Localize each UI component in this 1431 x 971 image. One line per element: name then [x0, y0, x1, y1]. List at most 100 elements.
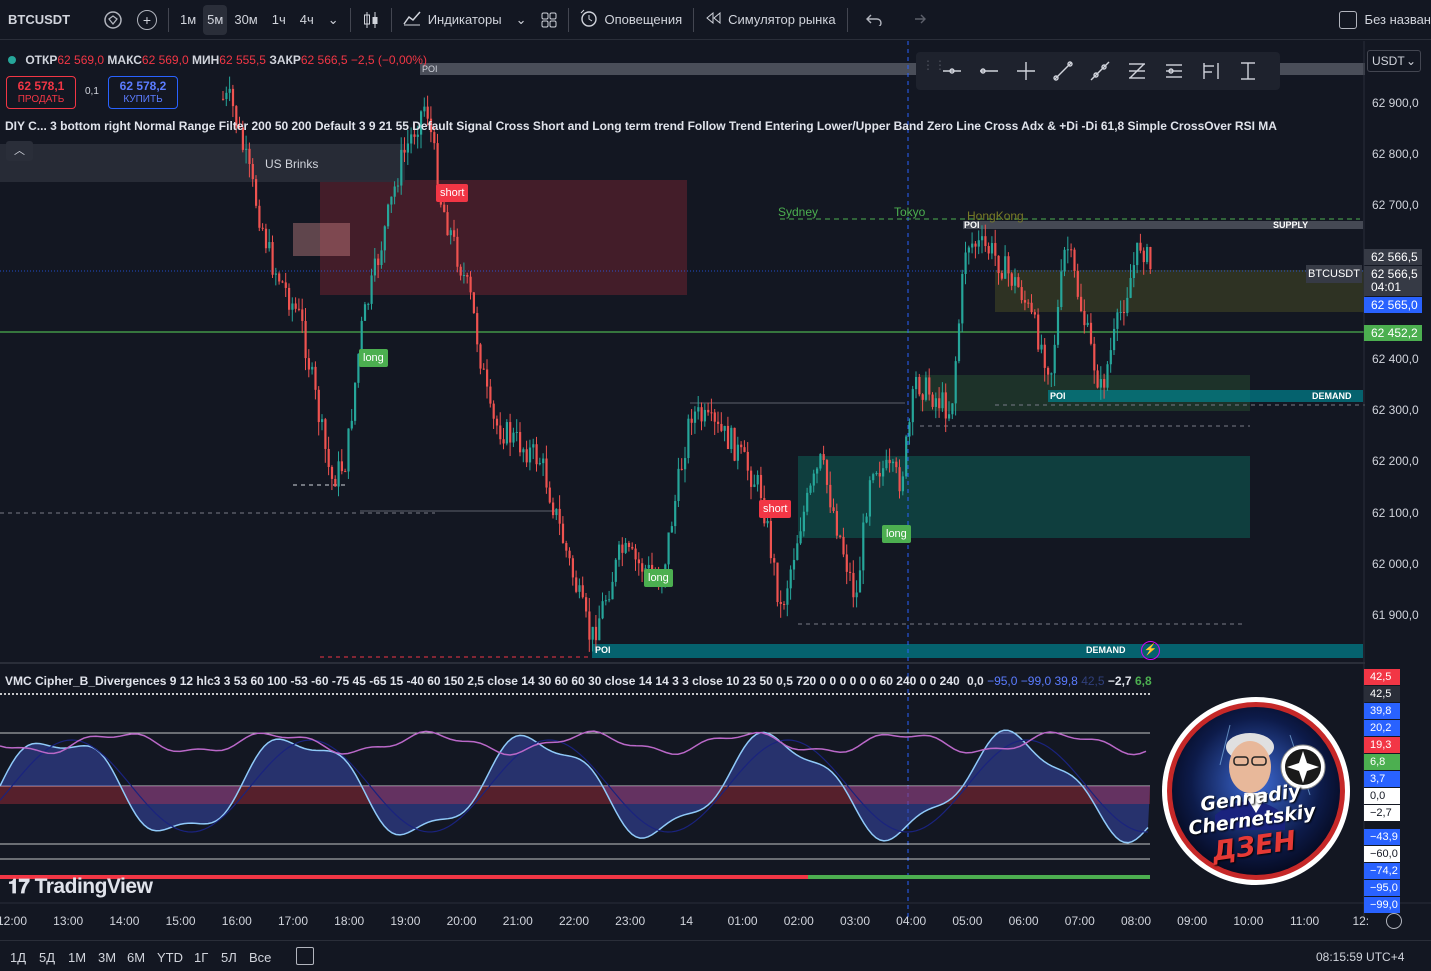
timeframe-1m[interactable]: 1м [173, 0, 203, 40]
candle-body [990, 243, 994, 254]
timeframe-1h[interactable]: 1ч [265, 0, 293, 40]
goto-date-calendar-icon[interactable] [296, 947, 314, 965]
range-button[interactable]: 3М [98, 950, 116, 965]
timeframe-5m[interactable]: 5м [203, 4, 228, 35]
divider [168, 7, 169, 32]
undo-icon[interactable] [852, 0, 896, 40]
green-line-price-tag: 62 452,2 [1364, 325, 1422, 341]
price-tick: 62 900,0 [1372, 96, 1419, 110]
high-value: 62 569,0 [141, 53, 189, 67]
candle-body [938, 398, 941, 409]
candle-body [743, 447, 746, 452]
symbol-settings-icon[interactable] [96, 0, 130, 40]
currency-select[interactable]: USDT ⌄ [1367, 50, 1421, 72]
sell-button[interactable]: 62 578,1 ПРОДАТЬ [6, 76, 76, 109]
candle-body [370, 275, 373, 304]
candle-body [905, 436, 908, 477]
range-button[interactable]: 5Л [221, 950, 237, 965]
range-button[interactable]: 1Д [10, 950, 26, 965]
time-tick: 05:00 [952, 914, 983, 928]
candle-body [1106, 364, 1109, 388]
indicator-legend[interactable]: DIY C... 3 bottom right Normal Range Fil… [5, 119, 1277, 133]
candle-body [591, 626, 594, 640]
timeframe-4h[interactable]: 4ч [293, 0, 321, 40]
candle-body [509, 422, 512, 443]
timeframe-dropdown-chevron-down-icon[interactable]: ⌄ [321, 0, 346, 40]
candle-body [1129, 278, 1132, 298]
candle-body [453, 230, 456, 237]
indicators-dropdown-chevron-down-icon[interactable]: ⌄ [509, 0, 534, 40]
time-tick: 20:00 [446, 914, 477, 928]
timeframe-30m[interactable]: 30м [227, 0, 264, 40]
candle-body [667, 532, 670, 565]
alert-lightning-icon[interactable]: ⚡ [1141, 641, 1160, 660]
candle-style-icon[interactable] [355, 0, 387, 40]
fib-channel-icon[interactable] [1158, 56, 1189, 87]
candle-body [330, 466, 334, 479]
time-tick: 13:00 [53, 914, 84, 928]
candle-body [829, 484, 832, 508]
us-brinks-label: US Brinks [265, 157, 319, 171]
candle-body [931, 394, 934, 407]
osc-value-tag: −95,0 [1364, 880, 1400, 896]
chart-settings-gear-icon[interactable] [1386, 913, 1402, 929]
clock-timezone[interactable]: 08:15:59 UTC+4 [1316, 950, 1404, 964]
price-range-icon[interactable] [1232, 56, 1263, 87]
candle-body [1076, 270, 1079, 297]
buy-price: 62 578,2 [119, 79, 167, 93]
candle-body [1020, 287, 1023, 301]
watermark-text: TradingView [34, 875, 153, 898]
candle-body [759, 474, 763, 499]
long-signal-label: long [882, 525, 911, 543]
candle-body [802, 511, 805, 532]
candle-body [720, 423, 723, 431]
cross-line-icon[interactable] [1010, 56, 1041, 87]
candle-body [1080, 296, 1083, 312]
extended-line-icon[interactable] [1084, 56, 1115, 87]
candle-body [515, 432, 518, 434]
candle-body [1086, 322, 1089, 326]
ray-icon[interactable] [936, 56, 967, 87]
layout-name-button[interactable]: Без назван [1332, 0, 1431, 40]
alerts-button[interactable]: Оповещения [573, 0, 690, 40]
range-button[interactable]: 6М [127, 950, 145, 965]
tradingview-logo[interactable]: 𝟏𝟕 TradingView [8, 875, 153, 899]
range-button[interactable]: 1М [68, 950, 86, 965]
compare-add-icon[interactable]: + [130, 0, 164, 40]
candle-body [291, 303, 294, 310]
layouts-grid-icon[interactable] [534, 0, 564, 40]
buy-button[interactable]: 62 578,2 КУПИТЬ [108, 76, 178, 109]
fib-retracement-icon[interactable] [1121, 56, 1152, 87]
horizontal-line-icon[interactable] [973, 56, 1004, 87]
symbol-search[interactable]: BTCUSDT [0, 0, 96, 40]
time-tick: 07:00 [1064, 914, 1095, 928]
collapse-legend-chevron-up-icon[interactable]: ︿ [6, 141, 33, 161]
candle-body [997, 255, 1000, 274]
candle-body [895, 461, 898, 468]
range-button[interactable]: 1Г [194, 950, 208, 965]
trend-line-icon[interactable] [1047, 56, 1078, 87]
time-tick: 19:00 [390, 914, 421, 928]
range-button[interactable]: 5Д [39, 950, 55, 965]
candle-body [387, 204, 390, 227]
candle-body [489, 386, 492, 404]
range-button[interactable]: YTD [157, 950, 183, 965]
candle-body [723, 425, 726, 431]
price-tick: 62 100,0 [1372, 506, 1419, 520]
candle-body [1017, 277, 1020, 288]
range-button[interactable]: Все [249, 950, 271, 965]
tv-logo-mark-icon: 𝟏𝟕 [8, 876, 30, 898]
candle-body [548, 487, 551, 503]
candle-body [459, 266, 462, 276]
vmc-indicator-legend[interactable]: VMC Cipher_B_Divergences 9 12 hlc3 3 53 … [5, 674, 1152, 688]
drag-handle-icon[interactable]: ⋮⋮ [922, 59, 946, 80]
time-tick: 14:00 [109, 914, 140, 928]
candle-body [921, 394, 924, 400]
pitchfork-icon[interactable] [1195, 56, 1226, 87]
candle-body [687, 418, 690, 459]
osc-value-tag: 6,8 [1364, 754, 1400, 770]
redo-icon[interactable] [896, 0, 940, 40]
candle-body [588, 611, 591, 640]
replay-button[interactable]: Симулятор рынка [698, 0, 842, 40]
indicators-button[interactable]: Индикаторы [396, 0, 509, 40]
